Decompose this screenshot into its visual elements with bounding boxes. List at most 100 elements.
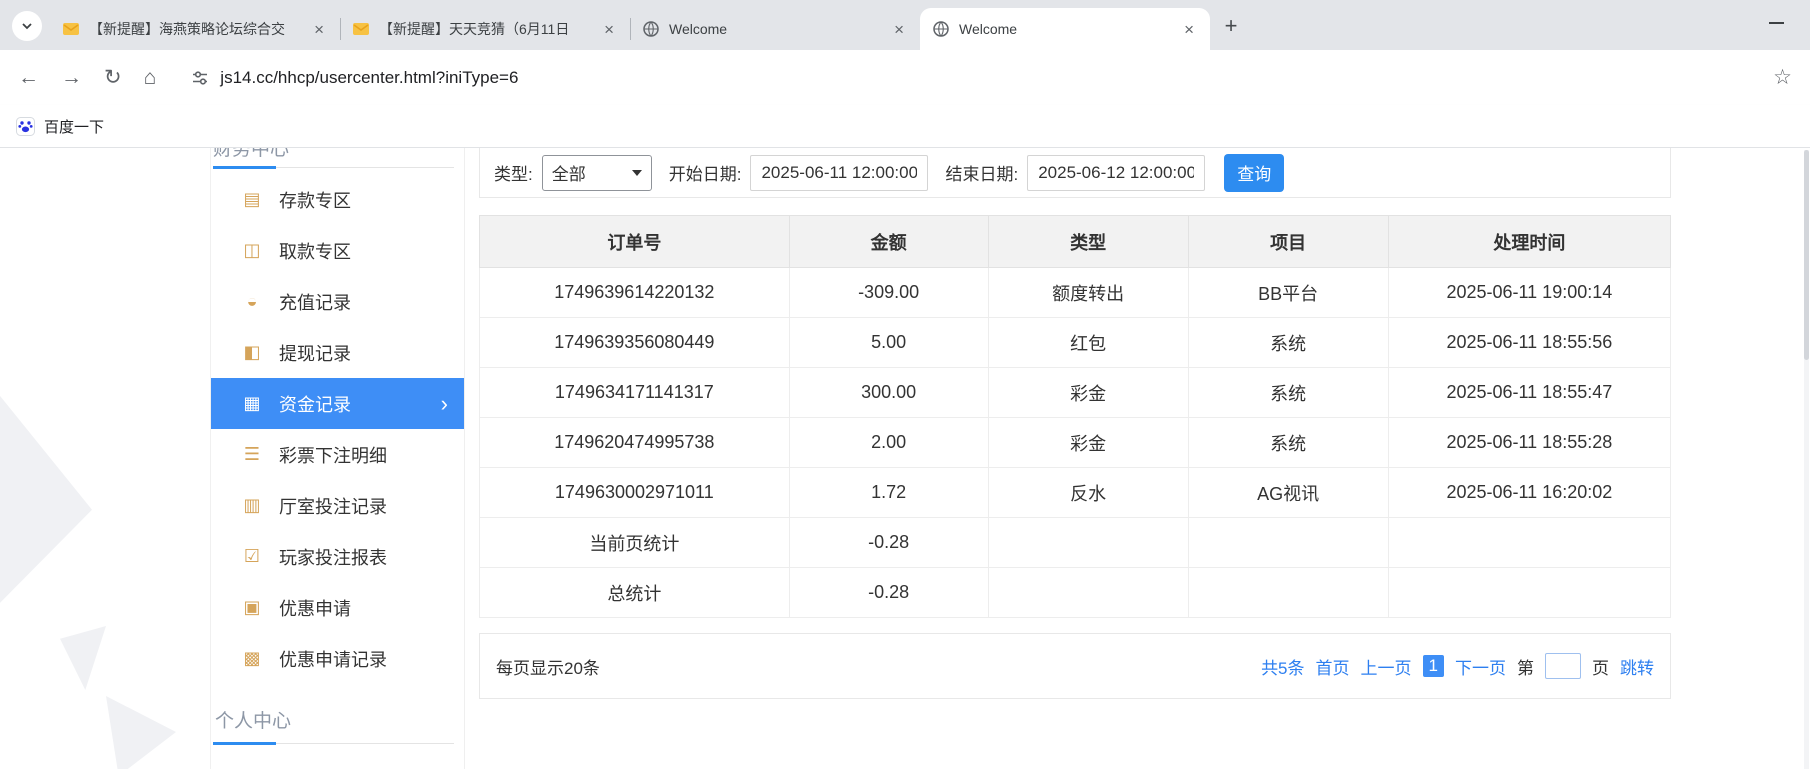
prev-page-link[interactable]: 上一页 [1361, 654, 1412, 679]
sidebar-item-promo-apply[interactable]: ▣ 优惠申请 [211, 582, 464, 633]
page-scrollbar[interactable] [1804, 150, 1809, 769]
next-page-link[interactable]: 下一页 [1455, 654, 1506, 679]
decorative-triangle [60, 626, 106, 690]
cell-type: 彩金 [988, 418, 1188, 468]
browser-window: 【新提醒】海燕策略论坛综合交 × 【新提醒】天天竞猜（6月11日 × Welco… [0, 0, 1810, 769]
col-order-no: 订单号 [480, 216, 790, 268]
close-icon[interactable]: × [1180, 19, 1198, 40]
bookmark-label: 百度一下 [44, 116, 104, 137]
tab-welcome-2-active[interactable]: Welcome × [920, 8, 1210, 50]
cell-amount: -309.00 [789, 268, 988, 318]
sidebar-item-lottery-bet-detail[interactable]: ☰ 彩票下注明细 [211, 429, 464, 480]
sidebar-item-label: 优惠申请记录 [279, 646, 387, 672]
bookmark-star-icon[interactable]: ☆ [1773, 65, 1792, 90]
sidebar-item-withdraw[interactable]: ◫ 取款专区 [211, 225, 464, 276]
sidebar-section-finance: 财务中心 [213, 148, 454, 168]
decorative-triangle [106, 696, 176, 769]
tab-strip: 【新提醒】海燕策略论坛综合交 × 【新提醒】天天竞猜（6月11日 × Welco… [0, 0, 1810, 50]
globe-icon [642, 20, 660, 38]
funds-record-table: 订单号 金额 类型 项目 处理时间 1749639614220132 -309.… [479, 215, 1671, 618]
section-underline [213, 166, 276, 169]
sidebar-item-label: 存款专区 [279, 187, 351, 213]
section-title: 个人中心 [215, 711, 291, 732]
end-date-input[interactable] [1027, 155, 1205, 191]
page-size-text: 每页显示20条 [496, 654, 600, 679]
back-icon[interactable]: ← [18, 67, 39, 88]
cell-label: 总统计 [480, 568, 790, 618]
table-header-row: 订单号 金额 类型 项目 处理时间 [480, 216, 1671, 268]
tab-mail-2[interactable]: 【新提醒】天天竞猜（6月11日 × [340, 8, 630, 50]
table-row-page-total: 当前页统计 -0.28 [480, 518, 1671, 568]
cell-empty [1388, 568, 1670, 618]
cell-order-no: 1749630002971011 [480, 468, 790, 518]
sidebar-item-recharge-record[interactable]: ◒ 充值记录 [211, 276, 464, 327]
tab-title: 【新提醒】天天竞猜（6月11日 [379, 19, 592, 39]
cell-empty [1188, 568, 1388, 618]
cell-time: 2025-06-11 19:00:14 [1388, 268, 1670, 318]
cell-empty [1388, 518, 1670, 568]
tab-search-button[interactable] [12, 11, 42, 41]
cell-order-no: 1749634171141317 [480, 368, 790, 418]
cell-type: 彩金 [988, 368, 1188, 418]
site-settings-icon[interactable] [190, 68, 210, 88]
new-tab-button[interactable]: + [1216, 11, 1246, 41]
table-row-grand-total: 总统计 -0.28 [480, 568, 1671, 618]
start-date-input[interactable] [750, 155, 928, 191]
cell-order-no: 1749620474995738 [480, 418, 790, 468]
navigation-bar: ← → ↻ ⌂ js14.cc/hhcp/usercenter.html?ini… [0, 50, 1810, 105]
filter-bar: 类型: 全部 开始日期: 结束日期: 查询 [479, 148, 1671, 198]
cell-amount: 2.00 [789, 418, 988, 468]
deposit-icon: ▤ [241, 189, 263, 210]
col-project: 项目 [1188, 216, 1388, 268]
table-row: 1749639356080449 5.00 红包 系统 2025-06-11 1… [480, 318, 1671, 368]
sidebar-item-label: 彩票下注明细 [279, 442, 387, 468]
lottery-detail-icon: ☰ [241, 444, 263, 465]
search-button[interactable]: 查询 [1224, 154, 1284, 192]
close-icon[interactable]: × [890, 19, 908, 40]
table-row: 1749639614220132 -309.00 额度转出 BB平台 2025-… [480, 268, 1671, 318]
first-page-link[interactable]: 首页 [1316, 654, 1350, 679]
sidebar-item-label: 取款专区 [279, 238, 351, 264]
start-date-label: 开始日期: [669, 160, 742, 185]
jump-page-input[interactable] [1545, 653, 1581, 679]
sidebar-menu: ▤ 存款专区 ◫ 取款专区 ◒ 充值记录 ◧ 提现记录 ▦ 资金记录 [211, 174, 464, 684]
baidu-paw-icon [16, 117, 35, 136]
col-type: 类型 [988, 216, 1188, 268]
current-page-indicator[interactable]: 1 [1423, 655, 1444, 677]
url-text: js14.cc/hhcp/usercenter.html?iniType=6 [220, 68, 518, 88]
minimize-button[interactable] [1769, 22, 1784, 24]
pagination-controls: 共5条 首页 上一页 1 下一页 第 页 跳转 [1261, 653, 1654, 679]
sidebar-item-hall-bet-record[interactable]: ▥ 厅室投注记录 [211, 480, 464, 531]
sidebar-item-player-report[interactable]: ☑ 玩家投注报表 [211, 531, 464, 582]
tab-welcome-1[interactable]: Welcome × [630, 8, 920, 50]
section-title: 财务中心 [213, 148, 454, 161]
tab-mail-1[interactable]: 【新提醒】海燕策略论坛综合交 × [50, 8, 340, 50]
bookmark-baidu[interactable]: 百度一下 [16, 116, 104, 137]
chevron-down-icon [20, 19, 34, 33]
home-icon[interactable]: ⌂ [144, 67, 157, 88]
main-content: 类型: 全部 开始日期: 结束日期: 查询 订单号 金额 类型 项目 [479, 148, 1671, 699]
cell-amount: -0.28 [789, 568, 988, 618]
cell-order-no: 1749639614220132 [480, 268, 790, 318]
reload-icon[interactable]: ↻ [104, 67, 122, 88]
scrollbar-thumb[interactable] [1804, 150, 1809, 360]
sidebar-item-deposit[interactable]: ▤ 存款专区 [211, 174, 464, 225]
cell-empty [1188, 518, 1388, 568]
sidebar-item-funds-record[interactable]: ▦ 资金记录 › [211, 378, 464, 429]
type-select-value: 全部 [552, 160, 586, 185]
cell-amount: -0.28 [789, 518, 988, 568]
address-bar[interactable]: js14.cc/hhcp/usercenter.html?iniType=6 [178, 58, 1773, 98]
jump-go-link[interactable]: 跳转 [1620, 654, 1654, 679]
type-select[interactable]: 全部 [542, 155, 652, 191]
cell-empty [988, 518, 1188, 568]
sidebar-item-promo-apply-record[interactable]: ▩ 优惠申请记录 [211, 633, 464, 684]
sidebar-item-withdrawal-record[interactable]: ◧ 提现记录 [211, 327, 464, 378]
close-icon[interactable]: × [600, 19, 618, 40]
cell-type: 红包 [988, 318, 1188, 368]
table-row: 1749634171141317 300.00 彩金 系统 2025-06-11… [480, 368, 1671, 418]
cell-time: 2025-06-11 18:55:28 [1388, 418, 1670, 468]
recharge-record-icon: ◒ [241, 291, 263, 312]
close-icon[interactable]: × [310, 19, 328, 40]
forward-icon[interactable]: → [61, 67, 82, 88]
sidebar: 财务中心 ▤ 存款专区 ◫ 取款专区 ◒ 充值记录 ◧ 提现记录 [210, 148, 465, 769]
